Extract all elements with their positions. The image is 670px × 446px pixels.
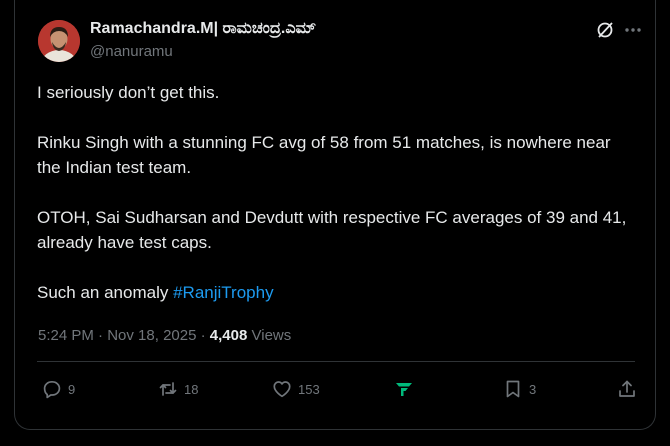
share-icon: [617, 379, 637, 399]
tweet-card: Ramachandra.M| ರಾಮಚಂದ್ರ.ಎಮ್ @nanuramu I …: [14, 0, 656, 430]
author-handle[interactable]: @nanuramu: [90, 43, 173, 60]
tweet-date[interactable]: Nov 18, 2025: [107, 327, 196, 344]
reply-count: 9: [68, 381, 76, 397]
repost-button[interactable]: 18: [158, 378, 198, 400]
bookmark-icon: [503, 379, 523, 399]
more-icon[interactable]: [623, 20, 643, 40]
tweet-paragraph: OTOH, Sai Sudharsan and Devdutt with res…: [37, 208, 627, 252]
tweet-text: I seriously don’t get this. Rinku Singh …: [37, 80, 637, 330]
views-label: Views: [251, 327, 292, 344]
tweet-time[interactable]: 5:24 PM: [38, 327, 94, 344]
meta-separator: ·: [200, 327, 206, 344]
avatar[interactable]: [38, 20, 80, 62]
bookmark-count: 3: [529, 381, 537, 397]
reply-button[interactable]: 9: [42, 378, 75, 400]
views-count: 4,408: [209, 327, 248, 344]
reply-icon: [42, 379, 62, 399]
grok-analytics-icon: [394, 379, 414, 399]
repost-count: 18: [184, 381, 199, 397]
grok-icon[interactable]: [595, 20, 615, 40]
like-count: 153: [298, 381, 320, 397]
hashtag-link[interactable]: #RanjiTrophy: [173, 283, 273, 302]
tweet-paragraph-last: Such an anomaly #RanjiTrophy: [37, 280, 637, 305]
repost-icon: [158, 379, 178, 399]
author-name[interactable]: Ramachandra.M| ರಾಮಚಂದ್ರ.ಎಮ್: [90, 20, 316, 38]
like-icon: [272, 379, 292, 399]
tweet-text-fragment: Such an anomaly: [37, 283, 174, 302]
meta-separator: ·: [98, 327, 104, 344]
like-button[interactable]: 153: [272, 378, 320, 400]
share-button[interactable]: [617, 378, 637, 400]
divider: [37, 361, 635, 362]
tweet-paragraph: Rinku Singh with a stunning FC avg of 58…: [37, 133, 611, 177]
tweet-paragraph: I seriously don’t get this.: [37, 83, 220, 102]
tweet-meta: 5:24 PM · Nov 18, 2025 · 4,408 Views: [38, 327, 291, 344]
grok-analytics-button[interactable]: [394, 378, 414, 400]
bookmark-button[interactable]: 3: [503, 378, 536, 400]
